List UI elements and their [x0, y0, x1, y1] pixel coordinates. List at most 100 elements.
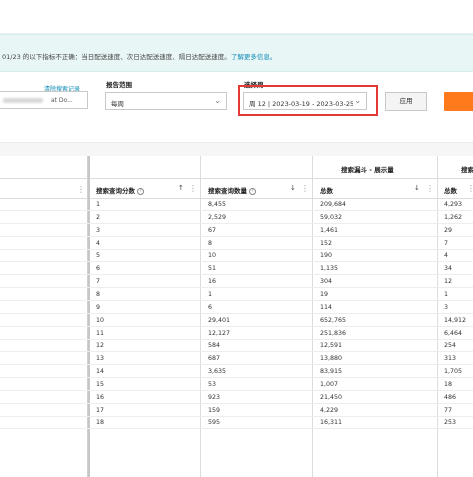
column-menu-icon[interactable]: ⋮	[426, 184, 434, 193]
header-query-score-label: 搜索查询分数	[96, 187, 135, 195]
cell-query-score: 9	[96, 303, 101, 311]
learn-more-link[interactable]: 了解更多信息。	[231, 53, 277, 61]
table-row: 3 67 1,461 29	[0, 225, 473, 237]
cell-total-right: 3	[444, 303, 449, 311]
cell-total-right: 253	[444, 419, 457, 427]
table-row: 10 29,401 652,765 14,912	[0, 315, 473, 327]
cell-total-right: 4	[444, 252, 449, 260]
report-range-select[interactable]: 每周 ⌄	[105, 92, 227, 110]
column-menu-icon[interactable]: ⋮	[301, 184, 309, 193]
cell-query-score: 1	[96, 201, 101, 208]
redacted-text	[3, 98, 43, 103]
highlight-annotation	[238, 85, 378, 116]
cell-query-volume: 3,635	[208, 368, 227, 376]
cell-query-volume: 687	[208, 355, 221, 363]
cell-total-right: 486	[444, 393, 457, 401]
cell-query-volume: 6	[208, 303, 213, 311]
table-row: 15 53 1,007 18	[0, 379, 473, 391]
header-divider	[0, 178, 473, 179]
cell-total: 1,135	[320, 265, 339, 273]
table-row: 14 3,635 83,915 1,705	[0, 366, 473, 379]
sort-ascending-icon[interactable]: ↑	[178, 184, 184, 192]
cell-total: 652,765	[320, 316, 347, 324]
column-menu-icon[interactable]: ⋮	[467, 184, 473, 193]
cell-total-right: 14,912	[444, 316, 467, 324]
cell-query-volume: 16	[208, 278, 217, 286]
table-row: 16 923 21,450 486	[0, 392, 473, 404]
table-row: 18 595 16,311 253	[0, 417, 473, 430]
report-range-value: 每周	[111, 100, 124, 108]
notice-text: 01/23 的以下指标不正确：当日配送速度、次日达配送速度、隔日达配送速度。了解…	[2, 51, 276, 61]
cell-total: 83,915	[320, 368, 343, 376]
chevron-down-icon: ⌄	[214, 96, 221, 105]
cell-query-score: 10	[96, 316, 105, 324]
cell-total: 251,836	[320, 329, 347, 337]
cell-query-volume: 10	[208, 252, 217, 260]
cell-total: 190	[320, 252, 333, 260]
cell-query-volume: 29,401	[208, 316, 231, 324]
cell-total: 19	[320, 290, 329, 298]
cell-query-volume: 923	[208, 393, 221, 401]
header-total-right: 总数	[444, 187, 457, 195]
cell-query-score: 5	[96, 252, 101, 260]
top-strip	[0, 0, 473, 34]
cell-total: 114	[320, 303, 333, 311]
notice-banner: 01/23 的以下指标不正确：当日配送速度、次日达配送速度、隔日达配送速度。了解…	[0, 34, 473, 72]
cell-query-volume: 8,455	[208, 201, 227, 208]
cell-query-volume: 51	[208, 265, 217, 273]
cell-query-score: 6	[96, 265, 101, 273]
cell-query-score: 8	[96, 290, 101, 298]
table-row: 2 2,529 59,032 1,262	[0, 212, 473, 224]
cell-query-score: 15	[96, 380, 105, 388]
header-query-volume[interactable]: 搜索查询数量?	[208, 185, 256, 195]
search-term-value: at Do...	[51, 97, 73, 104]
cell-total-right: 4,293	[444, 201, 463, 208]
cell-query-score: 16	[96, 393, 105, 401]
table-row: 5 10 190 4	[0, 250, 473, 263]
cell-total: 304	[320, 278, 333, 286]
cell-total: 152	[320, 239, 333, 247]
cell-query-score: 17	[96, 406, 105, 414]
column-menu-icon[interactable]: ⋮	[189, 184, 197, 193]
header-query-score[interactable]: 搜索查询分数?	[96, 185, 144, 195]
cell-total: 1,007	[320, 380, 339, 388]
cell-query-score: 13	[96, 355, 105, 363]
cell-query-score: 14	[96, 368, 105, 376]
search-term-input[interactable]: at Do...	[0, 91, 88, 109]
cell-query-score: 18	[96, 419, 105, 427]
table-row: 13 687 13,880 313	[0, 353, 473, 366]
cell-query-volume: 67	[208, 226, 217, 234]
cell-query-volume: 8	[208, 239, 213, 247]
sort-descending-icon[interactable]: ↓	[414, 184, 420, 192]
table-row: 4 8 152 7	[0, 238, 473, 250]
cell-query-volume: 595	[208, 419, 221, 427]
cell-query-volume: 584	[208, 342, 221, 350]
cell-total: 13,880	[320, 355, 343, 363]
cell-query-score: 7	[96, 278, 101, 286]
cell-total-right: 7	[444, 239, 449, 247]
cell-total-right: 29	[444, 226, 453, 234]
cell-query-score: 4	[96, 239, 101, 247]
cell-total: 12,591	[320, 342, 343, 350]
table-row: 6 51 1,135 34	[0, 263, 473, 276]
table-row: 12 584 12,591 254	[0, 340, 473, 353]
group-header-search: 搜索	[461, 166, 473, 174]
sort-descending-icon[interactable]: ↓	[290, 184, 296, 192]
help-icon[interactable]: ?	[249, 187, 256, 195]
data-table: ⋮ 搜索漏斗 - 展示量 搜索 搜索查询分数? ↑ ⋮ 搜索查询数量? ↓ ⋮ …	[0, 156, 473, 477]
column-menu-icon[interactable]: ⋮	[77, 185, 85, 194]
cell-query-score: 2	[96, 213, 101, 221]
apply-button[interactable]: 应用	[385, 92, 427, 111]
cell-total-right: 1,705	[444, 368, 463, 376]
table-row: 9 6 114 3	[0, 302, 473, 314]
table-row: 17 159 4,229 77	[0, 405, 473, 417]
help-icon[interactable]: ?	[137, 187, 144, 195]
table-row: 8 1 19 1	[0, 289, 473, 301]
group-header-impressions: 搜索漏斗 - 展示量	[341, 166, 394, 174]
cell-total-right: 1	[444, 290, 449, 298]
cell-total: 209,684	[320, 201, 347, 208]
cell-total-right: 313	[444, 355, 457, 363]
primary-action-button[interactable]	[444, 92, 473, 111]
cell-query-volume: 53	[208, 380, 217, 388]
header-total: 总数	[320, 187, 333, 195]
